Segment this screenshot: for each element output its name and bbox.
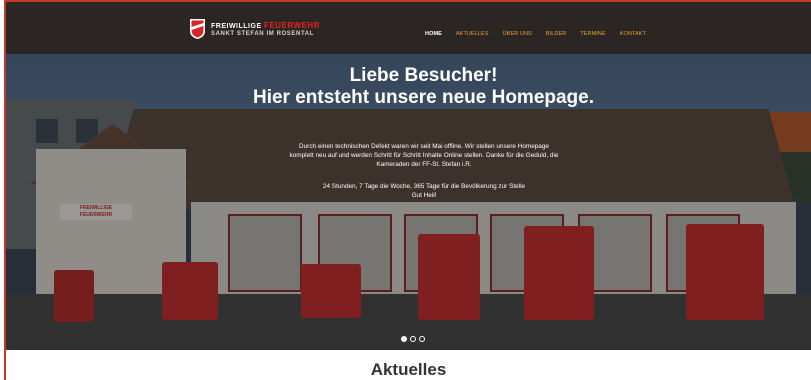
page: FREIWILLIGE FEUERWEHR SANKT STEFAN IM RO… xyxy=(0,0,811,380)
logo-title-red: FEUERWEHR xyxy=(264,21,320,30)
slider-pagination xyxy=(401,336,425,342)
nav-item-kontakt[interactable]: KONTAKT xyxy=(620,31,646,37)
nav-item-ueber-uns[interactable]: ÜBER UNS xyxy=(503,31,532,37)
fire-brigade-badge-icon xyxy=(190,19,205,39)
hero-slider: FREIWILLIGE FEUERWEHR Liebe Besucher! Hi… xyxy=(6,54,811,350)
nav-item-home[interactable]: HOME xyxy=(425,31,442,37)
slider-dot-1[interactable] xyxy=(401,336,407,342)
nav-item-bilder[interactable]: BILDER xyxy=(546,31,566,37)
site-logo[interactable]: FREIWILLIGE FEUERWEHR SANKT STEFAN IM RO… xyxy=(189,18,329,44)
hero-title: Liebe Besucher! Hier entsteht unsere neu… xyxy=(6,65,811,109)
site-header: FREIWILLIGE FEUERWEHR SANKT STEFAN IM RO… xyxy=(6,2,811,54)
section-title-aktuelles: Aktuelles xyxy=(370,360,447,379)
hero-tagline: 24 Stunden, 7 Tage die Woche, 365 Tage f… xyxy=(254,182,594,200)
main-navigation: HOME AKTUELLES ÜBER UNS BILDER TERMINE K… xyxy=(425,31,660,37)
nav-item-aktuelles[interactable]: AKTUELLES xyxy=(456,31,489,37)
logo-title: FREIWILLIGE FEUERWEHR xyxy=(211,21,320,30)
logo-subtitle: SANKT STEFAN IM ROSENTAL xyxy=(211,31,314,37)
logo-title-white: FREIWILLIGE xyxy=(211,23,262,30)
nav-item-termine[interactable]: TERMINE xyxy=(580,31,605,37)
hero-message-line1: Durch einen technischen Defekt waren wir… xyxy=(299,143,549,150)
hero-message-line3: Kameraden der FF-St. Stefan i.R. xyxy=(376,161,472,168)
hero-title-line2: Hier entsteht unsere neue Homepage. xyxy=(252,87,595,108)
hero-message-line2: komplett neu auf und werden Schritt für … xyxy=(289,152,559,159)
slider-dot-3[interactable] xyxy=(419,336,425,342)
slider-dot-2[interactable] xyxy=(410,336,416,342)
hero-tagline-line1: 24 Stunden, 7 Tage die Woche, 365 Tage f… xyxy=(322,183,526,190)
hero-tagline-line2: Gut Heil! xyxy=(411,192,437,199)
hero-title-line1: Liebe Besucher! xyxy=(349,65,498,86)
hero-message: Durch einen technischen Defekt waren wir… xyxy=(254,142,594,169)
